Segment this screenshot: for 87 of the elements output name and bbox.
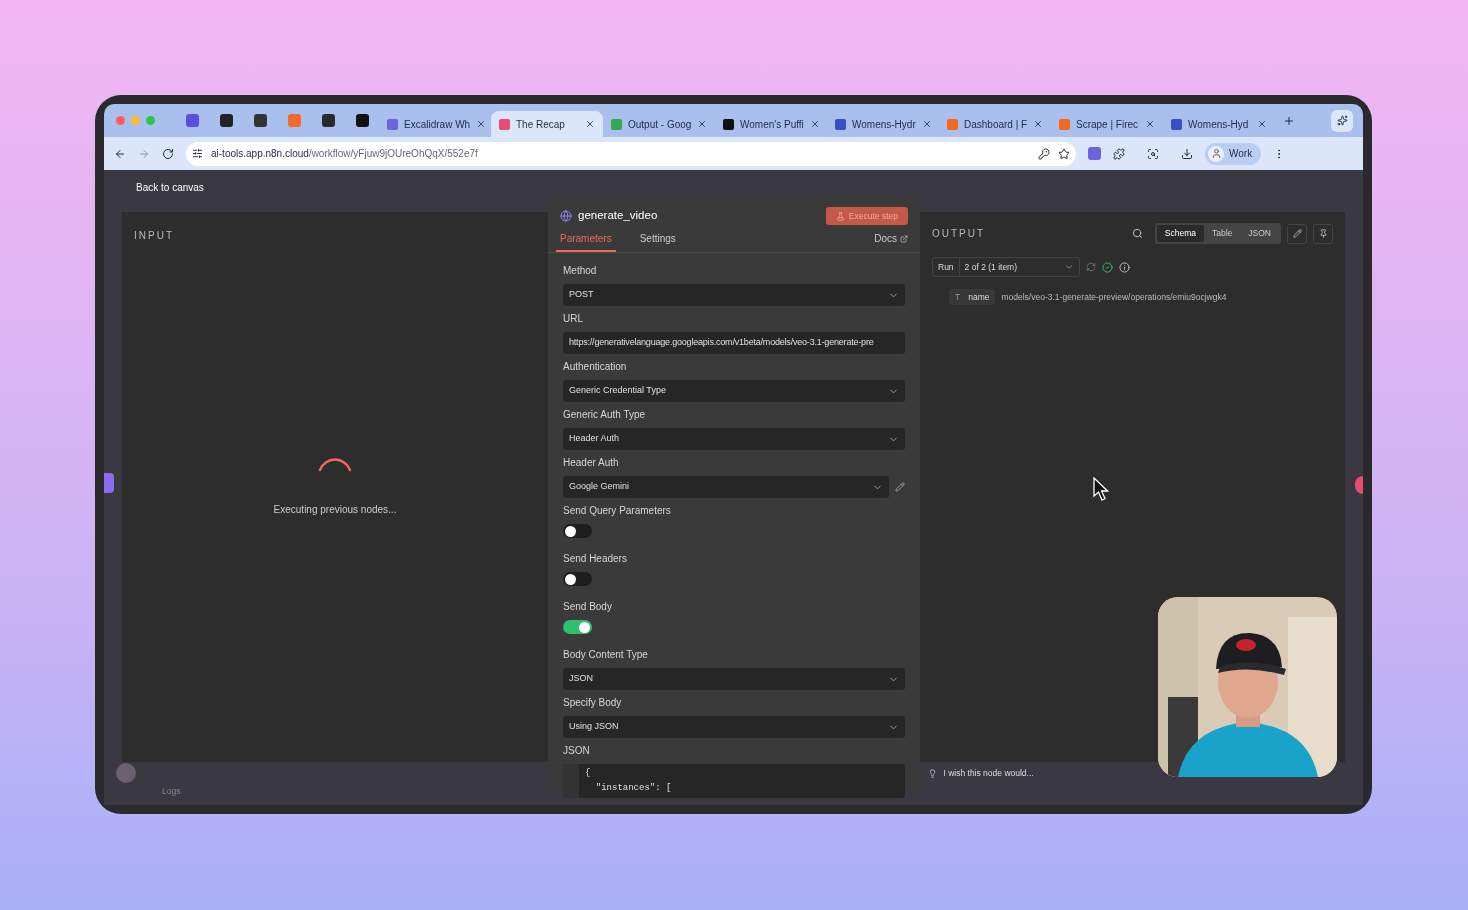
edit-button[interactable]: [1287, 223, 1307, 244]
node-title: generate_video: [578, 208, 658, 224]
field-label: Generic Auth Type: [563, 408, 646, 422]
back-icon[interactable]: [114, 147, 126, 160]
field-label: Header Auth: [563, 456, 619, 470]
flask-icon: [835, 211, 845, 221]
view-tab[interactable]: Table: [1204, 225, 1241, 242]
person-icon: [1210, 148, 1222, 159]
back-link[interactable]: Back to canvas: [136, 180, 204, 195]
extension-icon[interactable]: [1088, 147, 1101, 160]
toggle-switch[interactable]: [563, 524, 592, 538]
dropdown-field[interactable]: Generic Credential Type: [563, 380, 905, 402]
bookmark-star-icon[interactable]: [1058, 147, 1070, 160]
run-select[interactable]: Run 2 of 2 (1 item): [932, 257, 1080, 277]
browser-tab[interactable]: Excalidraw Wh: [379, 111, 491, 137]
code-editor[interactable]: { "instances": [: [563, 764, 905, 798]
dropdown-field[interactable]: Using JSON: [563, 716, 905, 738]
pencil-icon: [1292, 229, 1302, 238]
pin-button[interactable]: [1313, 223, 1333, 244]
site-settings-icon[interactable]: [192, 148, 203, 159]
schema-key: T name: [949, 289, 996, 305]
field-label: JSON: [563, 744, 590, 758]
code-line: "instances": [: [594, 782, 672, 795]
field-label: Send Headers: [563, 552, 627, 566]
success-check-icon: [1102, 261, 1113, 273]
close-icon[interactable]: [809, 119, 820, 129]
dropdown-field[interactable]: JSON: [563, 668, 905, 690]
field-label: URL: [563, 312, 583, 326]
browser-tab[interactable]: Scrape | Firec: [1051, 111, 1163, 137]
close-icon[interactable]: [921, 119, 932, 129]
globe-icon: [560, 210, 572, 222]
view-tab[interactable]: JSON: [1240, 225, 1279, 242]
browser-tab[interactable]: Women's Puffi: [715, 111, 827, 137]
view-tab[interactable]: Schema: [1156, 225, 1204, 242]
feedback-text[interactable]: I wish this node would...: [943, 767, 1034, 780]
field-label: Send Body: [563, 600, 612, 614]
field-label: Send Query Parameters: [563, 504, 671, 518]
close-icon[interactable]: [1033, 119, 1044, 129]
close-icon[interactable]: [1257, 119, 1267, 129]
sparkle-icon: [1336, 115, 1348, 126]
browser-tab[interactable]: Output - Goog: [603, 111, 715, 137]
status-text: Executing previous nodes...: [273, 503, 397, 517]
pin-icon: [1318, 229, 1328, 238]
edge-handle[interactable]: [1355, 476, 1363, 494]
panel-title: INPUT: [134, 229, 174, 243]
close-icon[interactable]: [1145, 119, 1155, 129]
close-icon[interactable]: [476, 119, 487, 129]
edit-icon[interactable]: [895, 482, 905, 492]
panel-tab[interactable]: Parameters: [556, 231, 616, 252]
browser-tab[interactable]: Dashboard | F: [939, 111, 1051, 137]
tab-search-icon[interactable]: [1147, 147, 1159, 160]
info-icon[interactable]: [1119, 261, 1130, 273]
close-icon[interactable]: [697, 119, 708, 129]
address-bar[interactable]: ai-tools.app.n8n.cloud/workflow/yFjuw9jOUreOhQqX/552e7f: [186, 141, 1076, 166]
dropdown-field[interactable]: POST: [563, 284, 905, 306]
browser-tab[interactable]: Womens-Hydr: [827, 111, 939, 137]
dropdown-field[interactable]: Google Gemini: [563, 476, 889, 498]
download-icon[interactable]: [1181, 147, 1193, 160]
lightbulb-icon: [928, 768, 938, 778]
search-icon[interactable]: [1131, 228, 1143, 239]
field-label: Specify Body: [563, 696, 622, 710]
panel-title: OUTPUT: [932, 227, 986, 241]
toggle-switch[interactable]: [563, 572, 592, 586]
code-line: {: [585, 767, 591, 780]
new-tab-icon[interactable]: [1283, 114, 1295, 127]
field-label: Authentication: [563, 360, 627, 374]
key-icon[interactable]: [1038, 147, 1050, 160]
field-label: Method: [563, 264, 597, 278]
profile-button[interactable]: Work: [1205, 142, 1262, 165]
browser-tab[interactable]: The Recap: [491, 111, 603, 137]
external-link-icon: [900, 234, 908, 243]
toggle-switch[interactable]: [563, 620, 592, 634]
panel-tab[interactable]: Settings: [635, 231, 680, 252]
assistant-button[interactable]: [1331, 109, 1353, 132]
edge-handle[interactable]: [104, 473, 114, 493]
dropdown-field[interactable]: Header Auth: [563, 428, 905, 450]
browser-tab[interactable]: Womens-Hyd: [1163, 111, 1275, 137]
cursor-icon: [1093, 477, 1109, 501]
extensions-icon[interactable]: [1113, 147, 1125, 160]
field-label: Body Content Type: [563, 648, 648, 662]
url-field[interactable]: https://generativelanguage.googleapis.com/v1beta/models/veo-3.1-generate-pre: [563, 332, 905, 354]
close-icon[interactable]: [585, 119, 595, 129]
schema-value: models/veo-3.1-generate-preview/operations/emiu9ocjwgk4: [1001, 290, 1227, 304]
chevron-icon: [1064, 262, 1074, 272]
loading-spinner-icon: [318, 458, 352, 472]
reload-icon[interactable]: [162, 147, 174, 160]
docs-link[interactable]: Docs: [874, 231, 912, 252]
